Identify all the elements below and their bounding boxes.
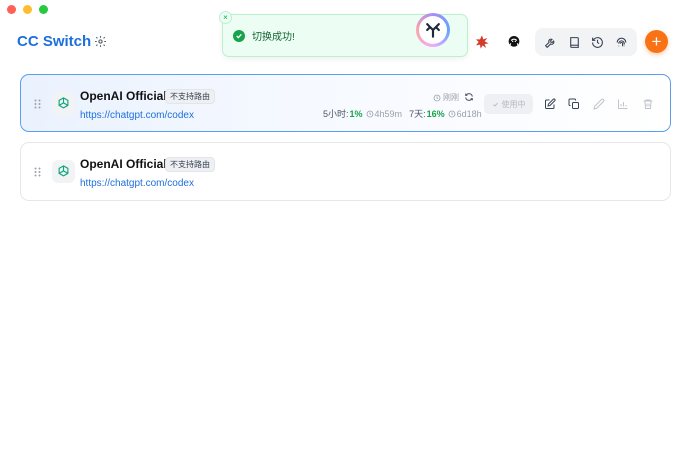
refresh-icon[interactable]: [464, 92, 474, 102]
claude-app-icon[interactable]: [474, 34, 490, 50]
provider-card[interactable]: OpenAI Official 不支持路由 https://chatgpt.co…: [20, 142, 671, 201]
check-circle-icon: [233, 29, 245, 42]
routing-badge: 不支持路由: [165, 157, 215, 172]
app-switcher: [466, 29, 530, 55]
clock-icon: [448, 110, 456, 117]
edit-icon[interactable]: [543, 97, 556, 110]
seven-day-reset: 6d18h: [456, 108, 482, 119]
seven-day-label: 7天:: [409, 109, 426, 119]
trash-icon[interactable]: [641, 97, 654, 110]
routing-badge: 不支持路由: [165, 89, 215, 104]
window-controls: [7, 5, 48, 14]
codex-app-icon[interactable]: [506, 34, 522, 50]
minimize-window-button[interactable]: [23, 5, 32, 14]
toast-message: 切换成功!: [252, 32, 295, 43]
toolbar: [535, 28, 637, 56]
usage-refresh-time: 刚刚: [433, 92, 459, 103]
openai-logo-icon: [52, 160, 75, 183]
seven-day-percent: 16%: [426, 108, 445, 119]
close-window-button[interactable]: [7, 5, 16, 14]
provider-url-link[interactable]: https://chatgpt.com/codex: [80, 110, 194, 121]
fingerprint-icon[interactable]: [612, 33, 630, 51]
refresh-time-label: 刚刚: [443, 93, 459, 102]
clock-icon: [433, 94, 441, 101]
provider-name: OpenAI Official: [80, 157, 167, 171]
openai-logo-icon: [52, 92, 75, 115]
history-icon[interactable]: [589, 33, 607, 51]
bar-chart-icon[interactable]: [616, 97, 629, 110]
five-hour-label: 5小时:: [323, 109, 349, 119]
toast-close-button[interactable]: ×: [219, 11, 232, 24]
five-hour-percent: 1%: [349, 108, 363, 119]
drag-handle-icon[interactable]: [34, 167, 41, 177]
provider-card-active[interactable]: OpenAI Official 不支持路由 https://chatgpt.co…: [20, 74, 671, 132]
app-title: CC Switch: [17, 33, 92, 50]
pencil-icon[interactable]: [592, 97, 605, 110]
copy-icon[interactable]: [567, 97, 580, 110]
wrench-icon[interactable]: [542, 33, 560, 51]
maximize-window-button[interactable]: [39, 5, 48, 14]
provider-url-link[interactable]: https://chatgpt.com/codex: [80, 178, 194, 189]
drag-handle-icon[interactable]: [34, 99, 41, 109]
book-icon[interactable]: [565, 33, 583, 51]
app-window: CC Switch × 切换成功! + OpenAI Official 不支持路…: [0, 0, 690, 449]
in-use-label: 使用中: [501, 99, 526, 109]
provider-name: OpenAI Official: [80, 89, 167, 103]
add-provider-button[interactable]: +: [645, 30, 668, 53]
plus-icon: +: [651, 31, 662, 51]
clock-icon: [366, 110, 373, 117]
check-icon: [492, 102, 498, 107]
usage-summary: 5小时: 1% 4h59m 7天: 16% 6d18h: [323, 107, 482, 120]
five-hour-reset: 4h59m: [374, 108, 403, 119]
gear-icon[interactable]: [94, 35, 107, 48]
brand-logo-icon: [416, 13, 450, 47]
in-use-button[interactable]: 使用中: [484, 94, 533, 114]
